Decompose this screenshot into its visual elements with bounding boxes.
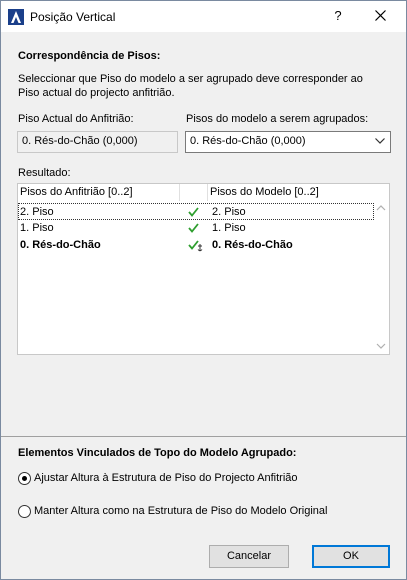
- column-header-model[interactable]: Pisos do Modelo [0..2]: [208, 184, 374, 201]
- host-floor-cell: 2. Piso: [20, 206, 54, 218]
- floors-description-line2: Piso actual do projecto anfitrião.: [18, 87, 175, 99]
- window-title: Posição Vertical: [30, 10, 116, 24]
- model-floors-selected: 0. Rés-do-Chão (0,000): [190, 135, 306, 147]
- result-list[interactable]: Pisos do Anfitrião [0..2] Pisos do Model…: [17, 183, 390, 355]
- floors-section-title: Correspondência de Pisos:: [18, 50, 161, 62]
- linked-section-title: Elementos Vinculados de Topo do Modelo A…: [18, 447, 297, 459]
- table-row[interactable]: 0. Rés-do-Chão 0. Rés-do-Chão: [18, 237, 374, 254]
- host-floor-field: 0. Rés-do-Chão (0,000): [17, 131, 178, 153]
- scroll-down-icon[interactable]: [376, 342, 386, 350]
- model-floor-cell: 2. Piso: [212, 206, 246, 218]
- host-floor-cell: 0. Rés-do-Chão: [20, 239, 101, 251]
- adjust-height-radio[interactable]: [18, 472, 31, 485]
- section-divider: [1, 436, 406, 437]
- floors-description-line1: Seleccionar que Piso do modelo a ser agr…: [18, 73, 363, 85]
- table-row[interactable]: 2. Piso 2. Piso: [18, 203, 374, 220]
- chevron-down-icon: [375, 138, 385, 144]
- host-floor-label: Piso Actual do Anfitrião:: [18, 113, 134, 125]
- ok-button[interactable]: OK: [312, 545, 390, 568]
- title-bar: Posição Vertical ?: [1, 1, 406, 32]
- column-header-status[interactable]: [180, 184, 208, 201]
- check-icon: [188, 207, 199, 217]
- table-row[interactable]: 1. Piso 1. Piso: [18, 220, 374, 237]
- check-icon: [188, 223, 199, 233]
- scroll-up-icon[interactable]: [376, 204, 386, 212]
- host-floor-value: 0. Rés-do-Chão (0,000): [22, 135, 138, 147]
- model-floors-select[interactable]: 0. Rés-do-Chão (0,000): [185, 131, 391, 153]
- keep-height-label[interactable]: Manter Altura como na Estrutura de Piso …: [34, 504, 327, 519]
- close-button[interactable]: [363, 5, 399, 27]
- help-button[interactable]: ?: [323, 5, 353, 27]
- column-header-host[interactable]: Pisos do Anfitrião [0..2]: [18, 184, 180, 201]
- keep-height-radio[interactable]: [18, 505, 31, 518]
- check-anchor-icon: [188, 240, 203, 252]
- cancel-button[interactable]: Cancelar: [209, 545, 289, 568]
- app-icon: [8, 9, 24, 25]
- close-icon: [375, 10, 386, 21]
- result-label: Resultado:: [18, 167, 71, 179]
- model-floors-label: Pisos do modelo a serem agrupados:: [186, 113, 369, 125]
- adjust-height-label[interactable]: Ajustar Altura à Estrutura de Piso do Pr…: [34, 471, 298, 486]
- model-floor-cell: 1. Piso: [212, 222, 246, 234]
- host-floor-cell: 1. Piso: [20, 222, 54, 234]
- dialog-window: Posição Vertical ? Correspondência de Pi…: [0, 0, 407, 580]
- model-floor-cell: 0. Rés-do-Chão: [212, 239, 293, 251]
